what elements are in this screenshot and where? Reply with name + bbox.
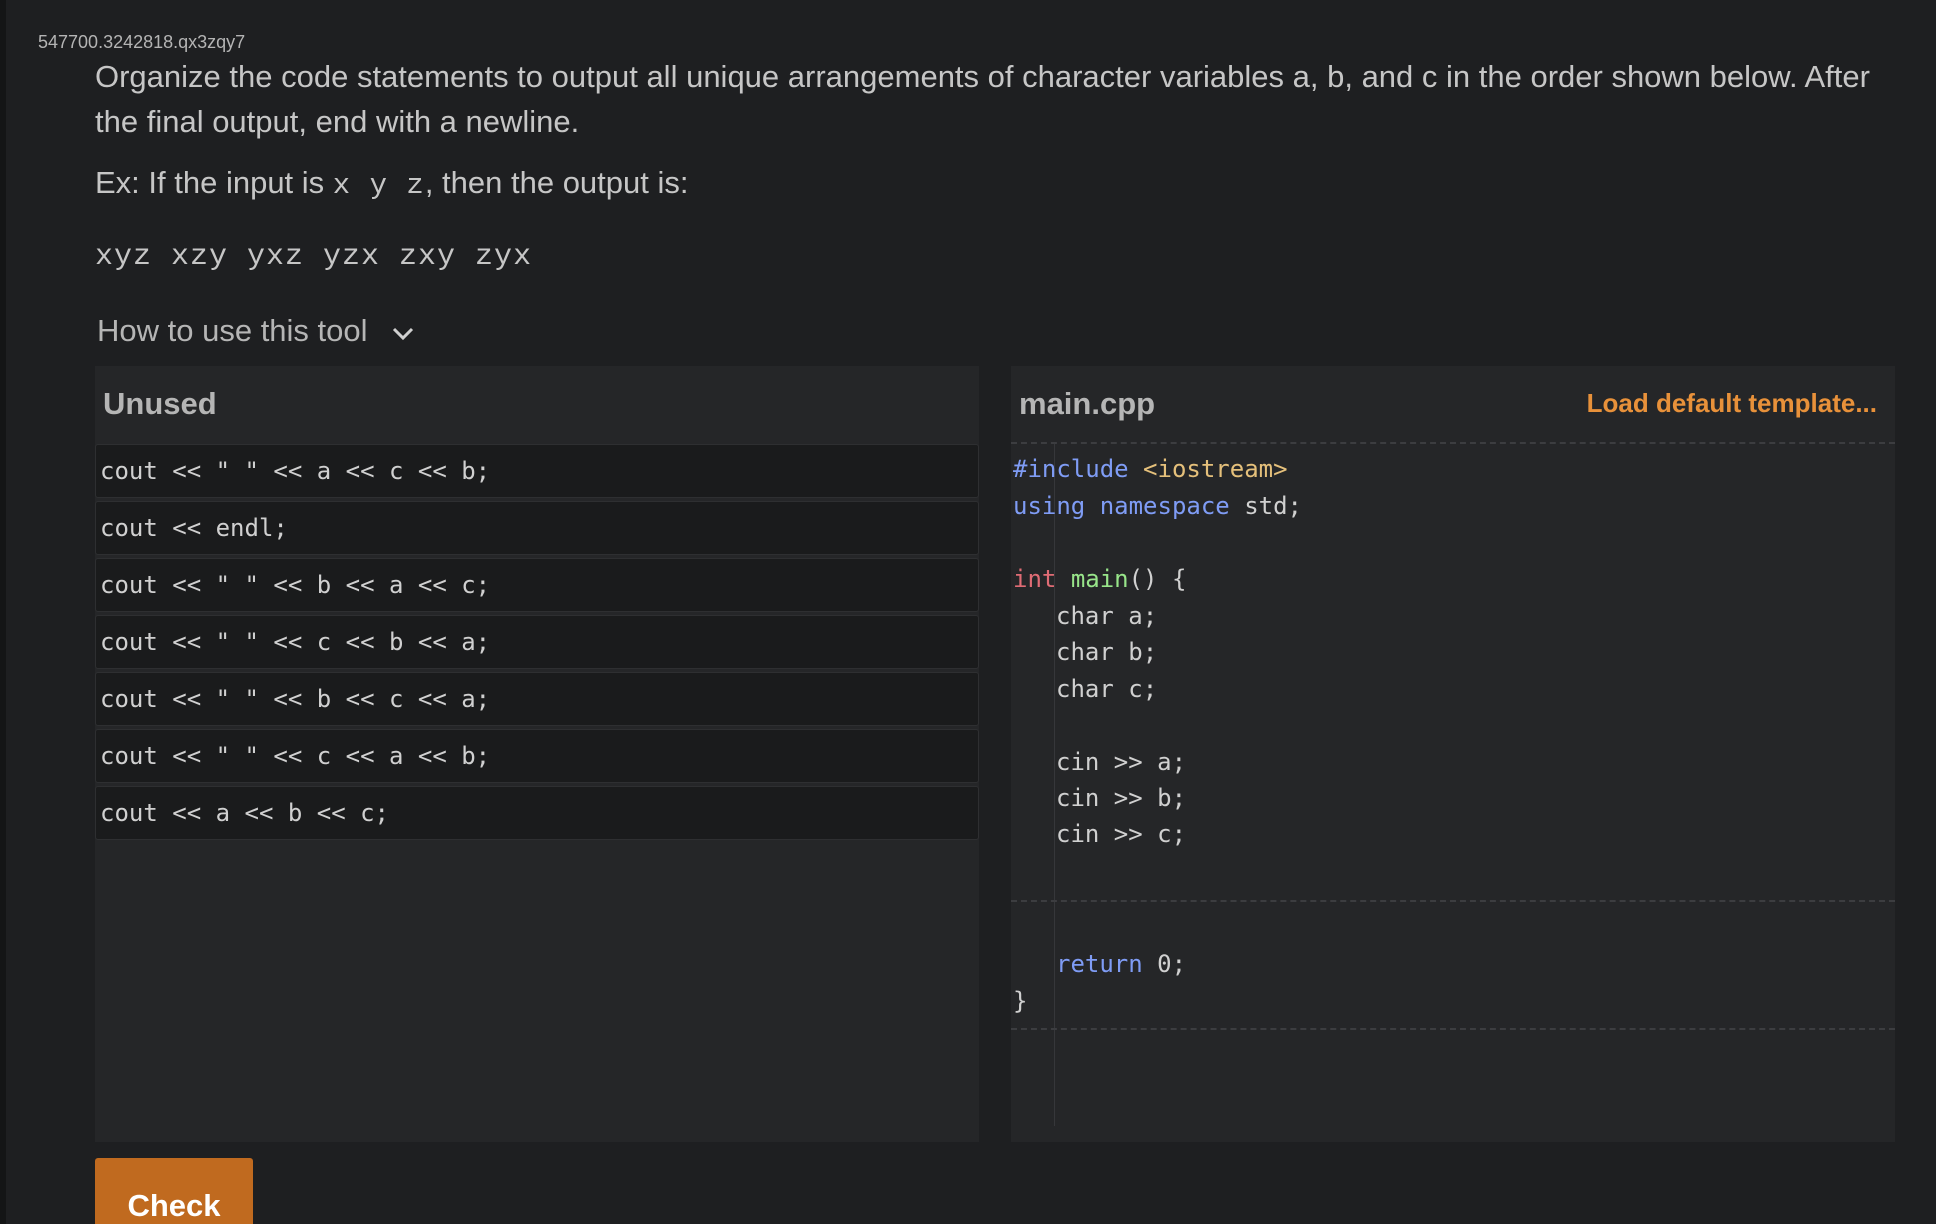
example-input: x y z — [332, 169, 425, 202]
example-prefix: Ex: If the input is — [95, 165, 333, 200]
code-token: std; — [1229, 492, 1302, 520]
activity-id: 547700.3242818.qx3zqy7 — [38, 32, 246, 52]
code-token: <iostream> — [1143, 455, 1288, 483]
code-token: () { — [1128, 565, 1187, 593]
code-token: main — [1070, 565, 1129, 593]
code-block[interactable]: cout << " " << c << b << a; — [95, 615, 979, 669]
code-line-cin-a: cin >> a; — [1056, 748, 1187, 776]
drop-zone-top — [1011, 900, 1895, 902]
code-line-cin-b: cin >> b; — [1056, 784, 1187, 812]
example-line: Ex: If the input is x y z, then the outp… — [95, 165, 689, 202]
code-line-main: int main() { — [1013, 565, 1186, 593]
code-block[interactable]: cout << endl; — [95, 501, 979, 555]
editor-file-name: main.cpp — [1019, 386, 1156, 421]
example-suffix: , then the output is: — [424, 165, 689, 200]
code-line-decl-c: char c; — [1056, 675, 1158, 703]
code-divider — [1011, 1028, 1895, 1030]
code-token: return — [1056, 950, 1143, 978]
code-token: using — [1013, 492, 1086, 520]
instructions: Organize the code statements to output a… — [95, 59, 1870, 139]
unused-panel[interactable]: Unused cout << " " << a << c << b; cout … — [95, 366, 979, 1142]
code-token: 0; — [1142, 950, 1187, 978]
code-line-closing-brace: } — [1013, 987, 1028, 1015]
code-token: namespace — [1099, 492, 1230, 520]
chevron-down-icon — [390, 318, 416, 344]
code-block[interactable]: cout << " " << c << a << b; — [95, 729, 979, 783]
code-token: int — [1013, 565, 1057, 593]
unused-block-list[interactable]: cout << " " << a << c << b; cout << endl… — [95, 444, 979, 843]
code-line-using: using namespace std; — [1013, 492, 1302, 520]
editor-panel: main.cpp Load default template... #inclu… — [1011, 366, 1895, 1142]
how-to-use-toggle[interactable]: How to use this tool — [97, 313, 416, 349]
unused-panel-title: Unused — [103, 386, 217, 421]
indent-guide — [1054, 444, 1055, 1126]
code-token: #include — [1013, 455, 1129, 483]
code-block[interactable]: cout << " " << b << c << a; — [95, 672, 979, 726]
example-output: xyz xzy yxz yzx zxy zyx — [95, 240, 533, 274]
code-block[interactable]: cout << " " << b << a << c; — [95, 558, 979, 612]
code-line-cin-c: cin >> c; — [1056, 820, 1187, 848]
code-line-return: return 0; — [1056, 950, 1186, 978]
code-block[interactable]: cout << a << b << c; — [95, 786, 979, 840]
code-line-decl-a: char a; — [1056, 602, 1158, 630]
load-default-template-link[interactable]: Load default template... — [1587, 388, 1877, 419]
code-line-decl-b: char b; — [1056, 638, 1158, 666]
how-to-use-label: How to use this tool — [97, 313, 368, 348]
code-line-include: #include <iostream> — [1013, 455, 1288, 483]
check-button[interactable]: Check — [95, 1158, 253, 1224]
page: 547700.3242818.qx3zqy7 Organize the code… — [0, 0, 1936, 1224]
code-block[interactable]: cout << " " << a << c << b; — [95, 444, 979, 498]
code-divider — [1011, 442, 1895, 444]
